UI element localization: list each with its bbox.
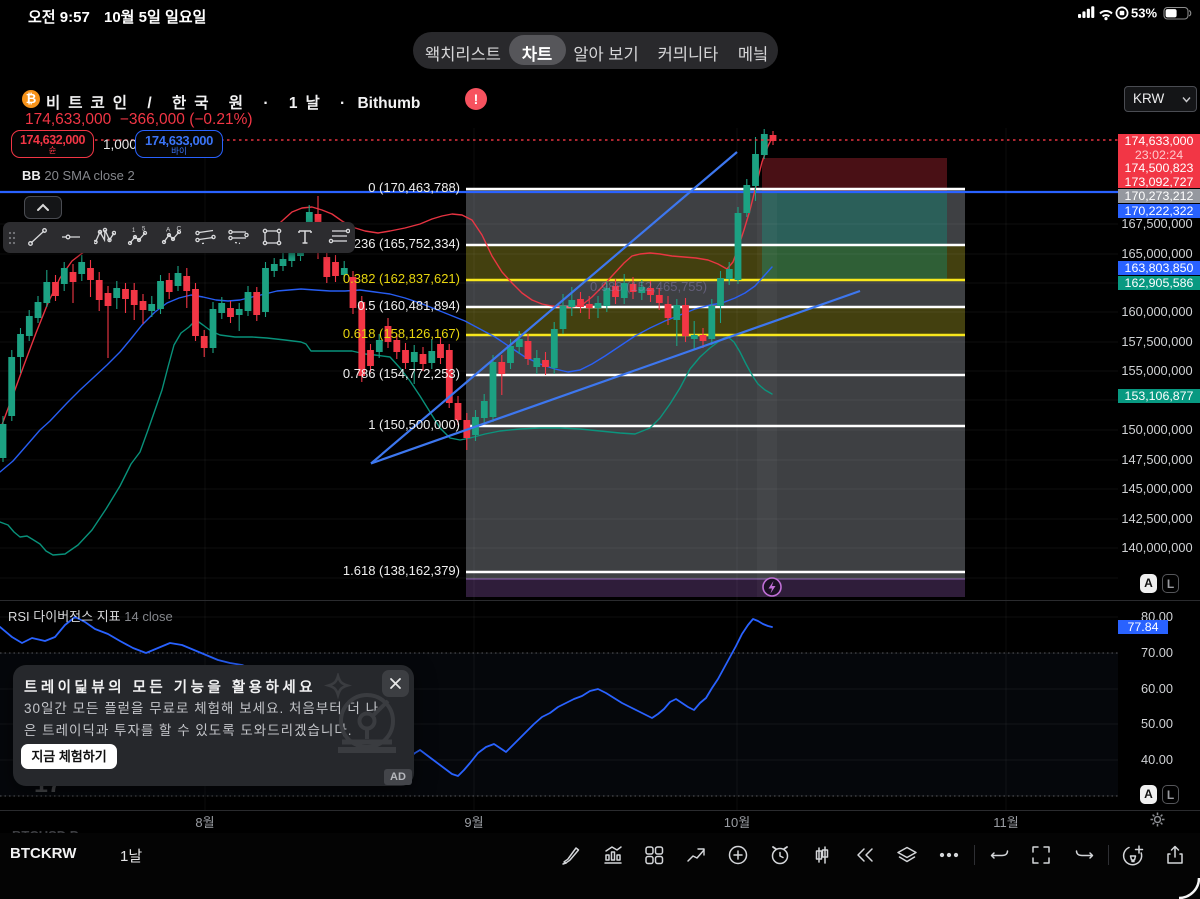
svg-text:53%: 53% [1131,6,1157,21]
svg-text:1: 1 [132,228,136,234]
svg-text:A: A [166,227,171,234]
svg-text:C: C [176,226,181,233]
